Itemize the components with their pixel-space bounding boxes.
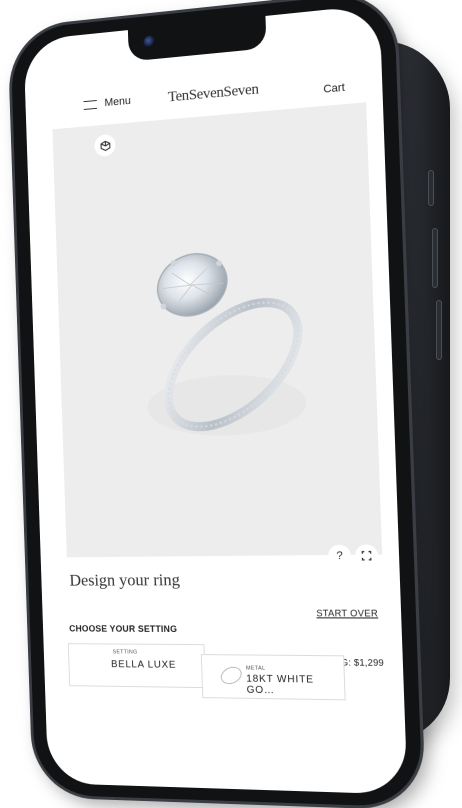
help-button[interactable]: ? [327, 544, 352, 568]
phone-screen: Menu TenSevenSeven Cart ? Design your ri… [23, 4, 408, 795]
brand-logo[interactable]: TenSevenSeven [168, 81, 259, 106]
side-button-volume-down [432, 228, 438, 288]
metal-option-card[interactable]: METAL 18KT WHITE GO… [200, 654, 346, 701]
choose-setting-heading: CHOOSE YOUR SETTING [69, 623, 178, 634]
side-button-volume-up [428, 170, 434, 206]
product-image-area[interactable]: ? [52, 102, 383, 568]
metal-card-label: METAL [245, 665, 266, 672]
menu-label: Menu [104, 94, 132, 110]
design-title: Design your ring [69, 570, 181, 590]
setting-card-value: BELLA LUXE [110, 659, 177, 671]
side-button-power [436, 300, 442, 360]
menu-button[interactable]: Menu [83, 95, 131, 111]
fullscreen-icon[interactable] [354, 544, 379, 568]
metal-card-value: 18KT WHITE GO… [246, 673, 315, 697]
front-camera [143, 35, 156, 49]
setting-option-card[interactable]: SETTING BELLA LUXE [67, 643, 206, 689]
ring-thumbnail-icon [217, 663, 245, 688]
notch [127, 15, 267, 62]
start-over-link[interactable]: START OVER [316, 608, 378, 618]
hamburger-icon [83, 99, 98, 110]
cube-icon[interactable] [94, 133, 116, 158]
ring-image [112, 208, 339, 479]
cart-link[interactable]: Cart [323, 82, 345, 96]
phone-frame: Menu TenSevenSeven Cart ? Design your ri… [10, 0, 423, 808]
setting-card-label: SETTING [112, 649, 138, 656]
